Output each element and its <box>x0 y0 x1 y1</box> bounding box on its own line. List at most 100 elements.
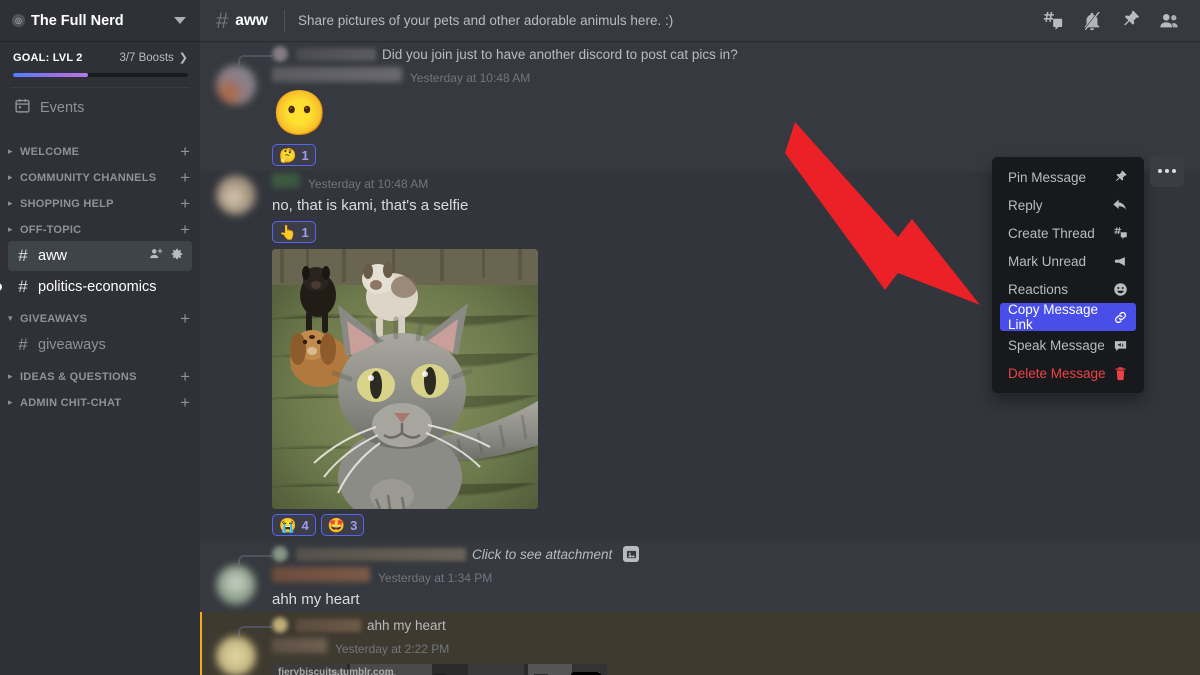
events-label: Events <box>40 100 85 116</box>
message-timestamp: Yesterday at 2:22 PM <box>335 642 450 656</box>
discord-window: ◎ The Full Nerd GOAL: LVL 2 3/7 Boosts ❯ <box>0 0 1200 675</box>
message-m3[interactable]: Click to see attachment Yesterday at 1:34… <box>200 541 1200 612</box>
reply-author-redacted <box>296 47 376 61</box>
add-channel-icon[interactable]: + <box>180 143 190 160</box>
author-name-redacted <box>272 638 327 653</box>
more-options-button[interactable] <box>1150 155 1184 187</box>
notification-muted-icon[interactable] <box>1081 10 1103 32</box>
reply-context[interactable]: Did you join just to have another discor… <box>224 43 1152 65</box>
thread-icon <box>1113 226 1128 241</box>
emoji-smile-icon <box>1113 282 1128 297</box>
category-admin-chit-chat[interactable]: ▸ ADMIN CHIT-CHAT + <box>0 387 200 413</box>
message-header: Yesterday at 2:22 PM <box>272 638 1152 660</box>
gif-watermark: fierybiscuits.tumblr.com <box>278 667 394 675</box>
unread-indicator <box>0 283 2 291</box>
chevron-right-icon: ▸ <box>8 396 13 407</box>
boost-progress-fill <box>13 73 89 77</box>
context-menu-item-label: Delete Message <box>1008 365 1106 381</box>
message-timestamp: Yesterday at 10:48 AM <box>410 71 531 85</box>
sidebar-channel-politics-economics[interactable]: # politics-economics <box>0 272 192 302</box>
category-welcome[interactable]: ▸ WELCOME + <box>0 136 200 162</box>
reply-author-redacted <box>296 547 466 561</box>
reaction-emoji: 👆 <box>279 224 297 240</box>
avatar <box>272 546 288 562</box>
reply-spine <box>238 555 272 565</box>
context-menu-item-label: Speak Message <box>1008 337 1105 353</box>
ellipsis-dot <box>1165 169 1169 173</box>
context-menu-item-label: Copy Message Link <box>1008 302 1099 332</box>
category-shopping-help[interactable]: ▸ SHOPPING HELP + <box>0 188 200 214</box>
message-image-attachment[interactable] <box>272 249 538 509</box>
ellipsis-dot <box>1172 169 1176 173</box>
category-ideas-questions[interactable]: ▸ IDEAS & QUESTIONS + <box>0 361 200 387</box>
category-giveaways[interactable]: ▾ GIVEAWAYS + <box>0 303 200 329</box>
sidebar-item-events[interactable]: Events <box>0 88 200 128</box>
reaction-pill[interactable]: 🤔 1 <box>272 144 316 166</box>
server-header[interactable]: ◎ The Full Nerd <box>0 0 200 41</box>
header-actions <box>1042 10 1192 32</box>
boost-count: 3/7 Boosts ❯ <box>119 51 188 65</box>
reaction-pill[interactable]: 👆 1 <box>272 221 316 243</box>
context-menu-item-delete-message[interactable]: Delete Message <box>1000 359 1136 387</box>
server-boost-progress[interactable]: GOAL: LVL 2 3/7 Boosts ❯ <box>0 41 200 87</box>
context-menu-item-reply[interactable]: Reply <box>1000 191 1136 219</box>
message-m4[interactable]: ahh my heart Yesterday at 2:22 PM fierybi… <box>200 612 1200 675</box>
context-menu-item-reactions[interactable]: Reactions <box>1000 275 1136 303</box>
context-menu-item-mark-unread[interactable]: Mark Unread <box>1000 247 1136 275</box>
reply-author-redacted <box>296 618 361 632</box>
ellipsis-dot <box>1158 169 1162 173</box>
pinned-messages-icon[interactable] <box>1120 10 1141 31</box>
reaction-emoji: 🤔 <box>279 147 297 163</box>
category-off-topic[interactable]: ▸ OFF-TOPIC + <box>0 214 200 240</box>
category-label: SHOPPING HELP <box>20 198 114 210</box>
context-menu-item-label: Reactions <box>1008 281 1069 297</box>
chevron-right-icon: ❯ <box>178 52 188 64</box>
message-timestamp: Yesterday at 10:48 AM <box>308 177 429 191</box>
add-member-icon[interactable] <box>149 247 163 266</box>
avatar[interactable] <box>216 65 256 105</box>
chevron-down-icon: ▾ <box>8 312 13 323</box>
reply-spine <box>238 55 272 65</box>
add-channel-icon[interactable]: + <box>180 310 190 327</box>
category-community-channels[interactable]: ▸ COMMUNITY CHANNELS + <box>0 162 200 188</box>
message-m1[interactable]: Did you join just to have another discor… <box>200 41 1200 171</box>
chevron-right-icon: ▸ <box>8 145 13 156</box>
add-channel-icon[interactable]: + <box>180 195 190 212</box>
avatar[interactable] <box>216 175 256 215</box>
settings-gear-icon[interactable] <box>170 247 184 266</box>
context-menu-item-pin-message[interactable]: Pin Message <box>1000 163 1136 191</box>
member-list-icon[interactable] <box>1158 10 1180 32</box>
message-header: Yesterday at 10:48 AM <box>272 67 1152 89</box>
avatar <box>272 46 288 62</box>
context-menu-item-copy-message-link[interactable]: Copy Message Link <box>1000 302 1136 332</box>
reply-context[interactable]: Click to see attachment <box>224 543 1152 565</box>
category-label: GIVEAWAYS <box>20 313 88 325</box>
avatar[interactable] <box>216 636 256 675</box>
context-menu-item-speak-message[interactable]: Speak Message <box>1000 331 1136 359</box>
reaction-bar: 😭 4 🤩 3 <box>272 514 1152 536</box>
message-timestamp: Yesterday at 1:34 PM <box>378 571 493 585</box>
hash-icon: # <box>18 277 28 296</box>
threads-icon[interactable] <box>1042 10 1064 32</box>
add-channel-icon[interactable]: + <box>180 394 190 411</box>
author-name-redacted <box>272 67 402 82</box>
category-label: COMMUNITY CHANNELS <box>20 172 157 184</box>
add-channel-icon[interactable]: + <box>180 169 190 186</box>
reply-context[interactable]: ahh my heart <box>224 614 1152 636</box>
sidebar-channel-giveaways[interactable]: # giveaways <box>8 330 192 360</box>
link-icon <box>1113 310 1128 325</box>
reply-arrow-icon <box>1112 197 1128 213</box>
add-channel-icon[interactable]: + <box>180 368 190 385</box>
chevron-down-icon[interactable] <box>174 17 186 24</box>
channel-list: ▸ WELCOME + ▸ COMMUNITY CHANNELS + ▸ SHOPPING H… <box>0 128 200 675</box>
hash-icon: # <box>18 246 28 265</box>
reaction-pill[interactable]: 🤩 3 <box>320 514 365 536</box>
chevron-right-icon: ▸ <box>8 171 13 182</box>
category-label: IDEAS & QUESTIONS <box>20 371 137 383</box>
context-menu-item-create-thread[interactable]: Create Thread <box>1000 219 1136 247</box>
message-gif-attachment[interactable]: fierybiscuits.tumblr.comGIF <box>272 664 607 675</box>
avatar[interactable] <box>216 565 256 605</box>
sidebar-channel-aww[interactable]: # aww <box>8 241 192 271</box>
reaction-pill[interactable]: 😭 4 <box>272 514 316 536</box>
add-channel-icon[interactable]: + <box>180 221 190 238</box>
